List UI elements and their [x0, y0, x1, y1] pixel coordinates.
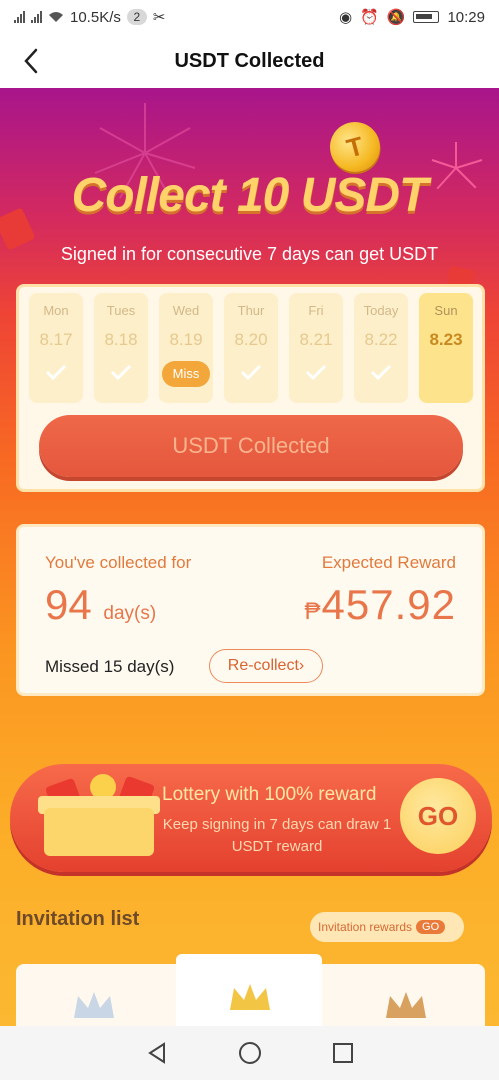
gold-crown-icon — [230, 984, 270, 1010]
collected-days: 94 day(s) — [45, 581, 156, 629]
lottery-title: Lottery with 100% reward — [162, 784, 377, 805]
day-date: 8.23 — [429, 330, 463, 349]
day-date: 8.17 — [39, 330, 73, 349]
silver-crown-icon — [74, 992, 114, 1018]
lottery-go-button[interactable]: GO — [400, 778, 476, 854]
hero-title: Collect 10 USDT — [71, 169, 429, 222]
day-tues: Tues 8.18 — [94, 293, 148, 403]
day-thur: Thur 8.20 — [224, 293, 278, 403]
reward-value: 457.92 — [321, 581, 456, 628]
day-date: 8.20 — [234, 330, 268, 349]
alarm-icon: ⏰ — [360, 9, 379, 26]
day-date: 8.18 — [104, 330, 138, 349]
status-bar: 10.5K/s 2 ✂ ◉ ⏰ 🔕 10:29 — [0, 0, 499, 34]
collected-label: You've collected for — [45, 553, 192, 572]
day-sun: Sun 8.23 — [419, 293, 473, 403]
day-name: Today — [363, 303, 399, 318]
usdt-collected-button[interactable]: USDT Collected — [39, 415, 463, 477]
day-name: Thur — [237, 303, 265, 318]
main-content[interactable]: T Collect 10 USDT Signed in for consecut… — [0, 88, 499, 1026]
collected-days-unit: day(s) — [103, 603, 157, 624]
home-circle-icon[interactable] — [238, 1041, 262, 1065]
currency-symbol: ₱ — [304, 598, 322, 625]
day-name: Mon — [43, 303, 69, 318]
invitation-rewards-button[interactable]: Invitation rewards GO — [310, 912, 464, 942]
network-speed: 10.5K/s — [70, 8, 121, 26]
signin-calendar-card: Mon 8.17 Tues 8.18 Wed 8.19 Miss Thur 8.… — [16, 284, 485, 492]
bronze-crown-icon — [386, 992, 426, 1018]
day-date: 8.19 — [169, 330, 203, 349]
day-name: Sun — [434, 303, 458, 318]
day-name: Wed — [172, 303, 200, 318]
battery-icon — [413, 11, 440, 23]
day-date: 8.22 — [364, 330, 398, 349]
wifi-icon — [49, 12, 63, 22]
invitation-list-title: Invitation list — [16, 908, 140, 930]
back-button[interactable] — [16, 46, 46, 76]
recollect-button[interactable]: Re-collect› — [209, 649, 323, 683]
checkmark-icon — [110, 364, 132, 381]
day-name: Tues — [106, 303, 136, 318]
invitation-rewards-label: Invitation rewards — [318, 920, 413, 934]
day-date: 8.21 — [299, 330, 333, 349]
lottery-banner[interactable]: Lottery with 100% reward Keep signing in… — [10, 764, 492, 872]
day-today: Today 8.22 — [354, 293, 408, 403]
mute-icon: 🔕 — [386, 9, 406, 26]
system-navigation-bar — [0, 1026, 499, 1080]
checkmark-icon — [370, 364, 392, 381]
recents-square-icon[interactable] — [332, 1042, 354, 1064]
day-mon: Mon 8.17 — [29, 293, 83, 403]
chevron-left-icon — [24, 48, 38, 74]
page-title: USDT Collected — [174, 49, 325, 72]
collected-days-value: 94 — [45, 581, 92, 628]
expected-reward-label: Expected Reward — [321, 553, 456, 572]
day-fri: Fri 8.21 — [289, 293, 343, 403]
gift-box-icon — [34, 774, 164, 860]
back-triangle-icon[interactable] — [146, 1042, 168, 1064]
day-wed: Wed 8.19 Miss — [159, 293, 213, 403]
missed-days-text: Missed 15 day(s) — [45, 657, 175, 676]
eye-icon: ◉ — [338, 9, 353, 26]
checkmark-icon — [305, 364, 327, 381]
cellular-signal-icon — [14, 11, 25, 23]
checkmark-icon — [45, 364, 67, 381]
notification-count-badge: 2 — [126, 9, 147, 25]
hero-subtitle: Signed in for consecutive 7 days can get… — [60, 244, 439, 264]
cellular-signal-2-icon — [31, 11, 42, 23]
miss-tag: Miss — [162, 361, 210, 387]
collection-stats-card: You've collected for Expected Reward 94 … — [16, 524, 485, 696]
lottery-subtitle: Keep signing in 7 days can draw 1 USDT r… — [162, 816, 392, 855]
checkmark-icon — [240, 364, 262, 381]
header: USDT Collected — [0, 34, 499, 88]
clock-time: 10:29 — [447, 8, 485, 26]
day-name: Fri — [308, 303, 324, 318]
tool-icon: ✂ — [152, 9, 166, 26]
invitation-rewards-go: GO — [416, 920, 446, 934]
expected-reward: ₱457.92 — [305, 581, 456, 629]
